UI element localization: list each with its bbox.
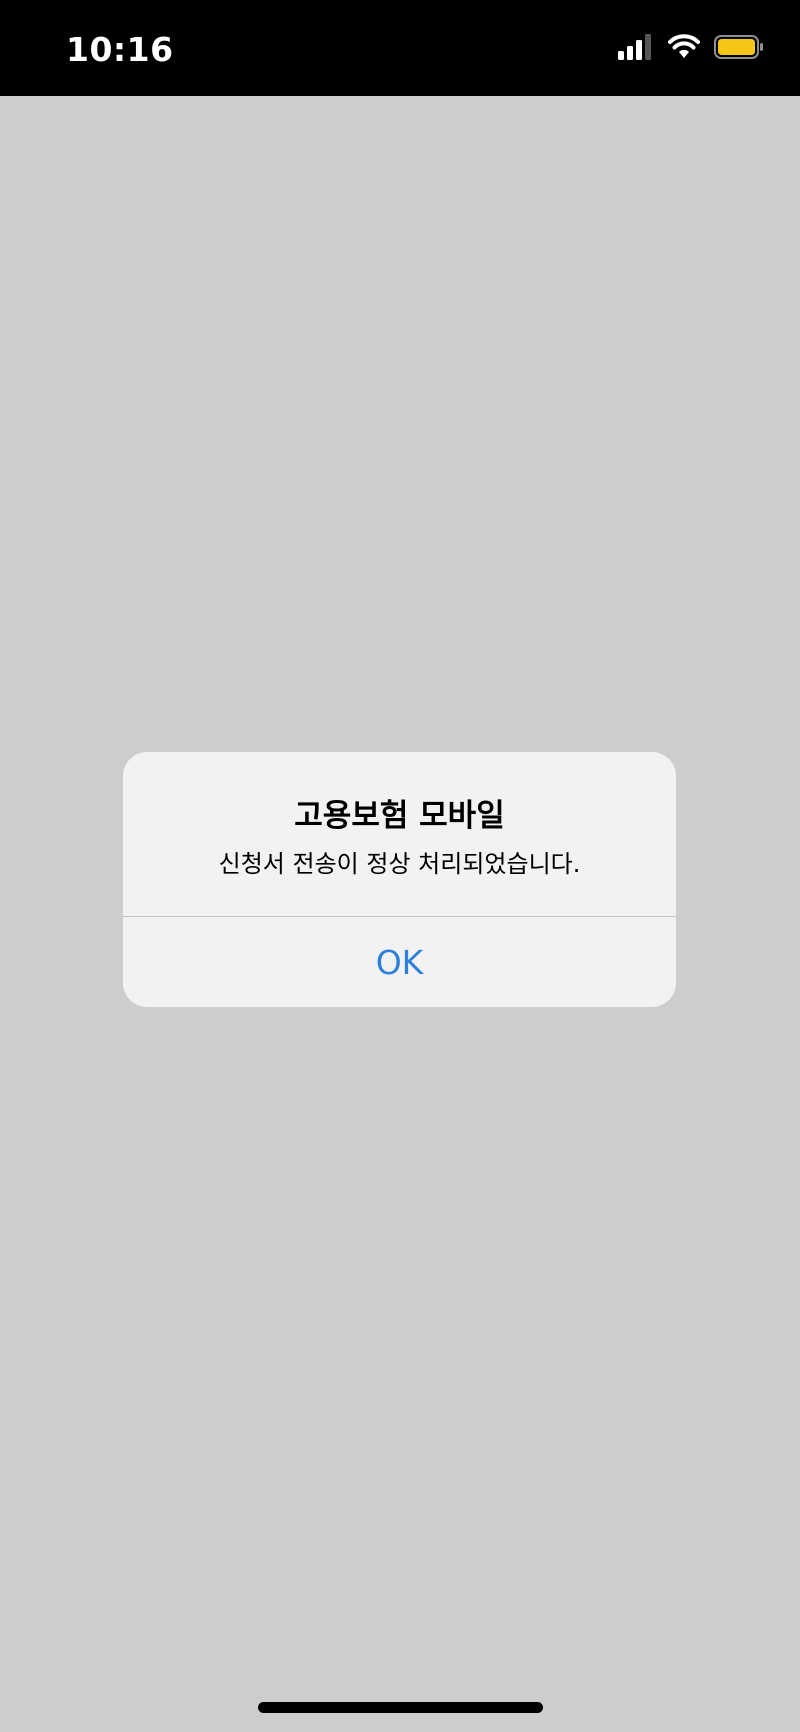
status-icons — [618, 34, 764, 60]
cellular-signal-icon — [618, 34, 651, 60]
status-time: 10:16 — [66, 30, 174, 69]
alert-dialog: 고용보험 모바일 신청서 전송이 정상 처리되었습니다. OK — [123, 752, 676, 1007]
alert-title: 고용보험 모바일 — [294, 798, 505, 834]
wifi-icon — [668, 34, 700, 58]
screen: 10:16 고용보험 모바일 신청서 전송이 정상 처리되었습니다. OK — [0, 0, 800, 1732]
home-indicator[interactable] — [258, 1702, 543, 1713]
alert-message: 신청서 전송이 정상 처리되었습니다. — [218, 850, 581, 878]
battery-icon — [714, 35, 763, 59]
status-bar: 10:16 — [0, 0, 800, 96]
ok-button[interactable]: OK — [123, 917, 676, 1007]
